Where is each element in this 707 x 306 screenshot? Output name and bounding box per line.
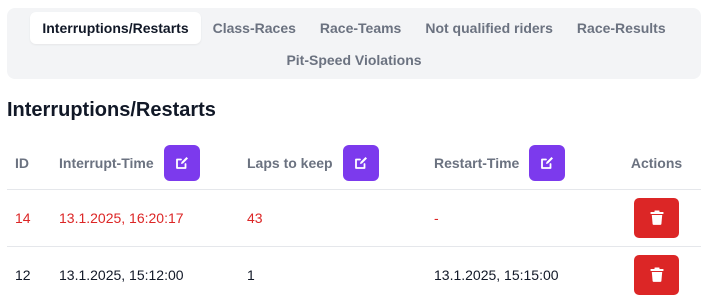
header-restart-time: Restart-Time [434, 138, 612, 190]
table-row: 12 13.1.2025, 15:12:00 1 13.1.2025, 15:1… [7, 246, 701, 303]
header-laps-to-keep: Laps to keep [247, 138, 434, 190]
cell-actions [612, 246, 701, 303]
tab-not-qualified-riders[interactable]: Not qualified riders [413, 12, 565, 44]
cell-laps-to-keep: 43 [247, 189, 434, 247]
header-id: ID [7, 138, 57, 190]
header-restart-time-label: Restart-Time [434, 155, 520, 172]
cell-actions [612, 189, 701, 247]
edit-restart-time-button[interactable] [529, 145, 566, 182]
cell-interrupt-time: 13.1.2025, 15:12:00 [59, 266, 184, 283]
trash-icon [650, 210, 663, 225]
trash-icon [650, 267, 663, 283]
interruptions-table: ID Interrupt-Time Laps to keep Restart-T… [7, 138, 701, 303]
edit-icon [541, 157, 554, 170]
header-laps-to-keep-label: Laps to keep [247, 155, 333, 172]
edit-interrupt-time-button[interactable] [163, 145, 200, 182]
tab-row-2: Pit-Speed Violations [7, 44, 701, 76]
edit-icon [175, 157, 188, 170]
table-row: 14 13.1.2025, 16:20:17 43 - [7, 189, 701, 247]
edit-icon [354, 157, 367, 170]
tab-bar: Interruptions/Restarts Class-Races Race-… [7, 8, 701, 79]
table-header-row: ID Interrupt-Time Laps to keep Restart-T… [7, 138, 701, 190]
cell-restart-time: - [434, 189, 612, 247]
tab-class-races[interactable]: Class-Races [201, 12, 308, 44]
tab-race-results[interactable]: Race-Results [565, 12, 678, 44]
cell-id: 12 [15, 266, 31, 283]
header-interrupt-time: Interrupt-Time [57, 138, 247, 190]
edit-laps-to-keep-button[interactable] [342, 145, 379, 182]
tab-pit-speed-violations[interactable]: Pit-Speed Violations [274, 44, 433, 76]
delete-button[interactable] [634, 254, 679, 295]
delete-button[interactable] [634, 197, 679, 238]
header-interrupt-time-label: Interrupt-Time [59, 155, 154, 172]
page-title: Interruptions/Restarts [7, 99, 216, 121]
tab-interruptions-restarts[interactable]: Interruptions/Restarts [30, 12, 201, 44]
header-actions: Actions [612, 138, 701, 190]
cell-restart-time: 13.1.2025, 15:15:00 [434, 266, 559, 283]
tab-race-teams[interactable]: Race-Teams [308, 12, 413, 44]
cell-interrupt-time: 13.1.2025, 16:20:17 [57, 189, 247, 247]
cell-laps-to-keep: 1 [247, 266, 255, 283]
cell-id: 14 [7, 189, 57, 247]
